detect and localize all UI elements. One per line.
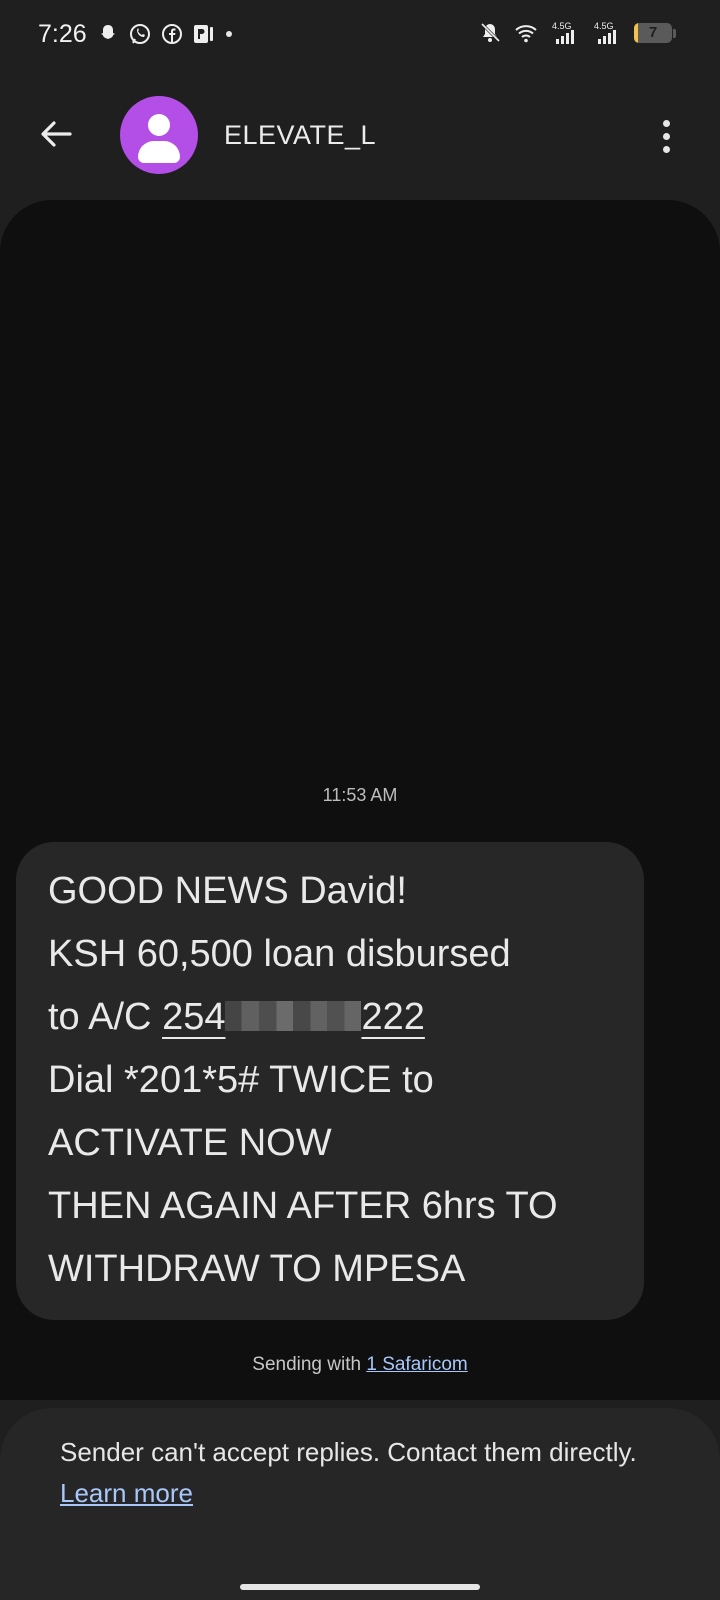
message-line: WITHDRAW TO MPESA bbox=[48, 1248, 466, 1290]
message-line: ACTIVATE NOW bbox=[48, 1122, 332, 1164]
avatar-person-body bbox=[138, 141, 180, 163]
notice-message: Sender can't accept replies. Contact the… bbox=[60, 1437, 637, 1467]
account-number-start: 254 bbox=[162, 996, 226, 1038]
signal-4.5g-icon: 4.5G bbox=[594, 21, 616, 44]
message-line: THEN AGAIN AFTER 6hrs TO bbox=[48, 1185, 558, 1227]
message-text: GOOD NEWS David! KSH 60,500 loan disburs… bbox=[48, 860, 620, 1301]
avatar-person-head bbox=[148, 114, 170, 136]
home-indicator[interactable] bbox=[240, 1584, 480, 1590]
redacted-digits bbox=[225, 1001, 362, 1031]
reply-notice-text: Sender can't accept replies. Contact the… bbox=[60, 1432, 680, 1514]
sending-prefix: Sending with bbox=[252, 1354, 367, 1375]
sim-selector-link[interactable]: 1 Safaricom bbox=[366, 1354, 467, 1375]
message-bubble[interactable]: GOOD NEWS David! KSH 60,500 loan disburs… bbox=[16, 842, 644, 1320]
account-number-end: 222 bbox=[361, 996, 425, 1038]
network-label: 4.5G bbox=[552, 21, 572, 31]
message-line: Dial *201*5# TWICE to bbox=[48, 1059, 434, 1101]
notification-icons bbox=[96, 22, 232, 46]
battery-level: 7 bbox=[648, 24, 658, 41]
more-notifications-dot bbox=[226, 31, 232, 37]
message-line: to A/C 254 222 bbox=[48, 986, 620, 1049]
parking-app-icon bbox=[194, 25, 213, 43]
facebook-icon bbox=[162, 24, 182, 44]
learn-more-link[interactable]: Learn more bbox=[60, 1478, 193, 1508]
more-options-icon[interactable] bbox=[654, 116, 678, 156]
message-timestamp: 11:53 AM bbox=[322, 785, 398, 805]
message-line: GOOD NEWS David! bbox=[48, 870, 407, 912]
battery-tip bbox=[673, 28, 676, 38]
signal-4.5g-icon: 4.5G bbox=[552, 21, 574, 44]
back-arrow-icon[interactable] bbox=[34, 112, 78, 156]
conversation-area[interactable]: 11:53 AM GOOD NEWS David! KSH 60,500 loa… bbox=[0, 200, 720, 1400]
account-number-link[interactable]: 254 222 bbox=[162, 996, 425, 1038]
contact-avatar[interactable] bbox=[120, 96, 198, 174]
message-line: KSH 60,500 loan disbursed bbox=[48, 933, 511, 975]
network-label: 4.5G bbox=[594, 21, 614, 31]
sending-sim-info: Sending with 1 Safaricom bbox=[0, 1354, 720, 1376]
status-bar: 7:26 4.5G 4.5G 7 bbox=[0, 0, 720, 72]
system-icons: 4.5G 4.5G 7 bbox=[478, 20, 676, 46]
whatsapp-icon bbox=[130, 24, 150, 44]
wifi-icon bbox=[515, 25, 537, 43]
muted-bell-icon bbox=[480, 22, 501, 43]
battery-icon: 7 bbox=[634, 23, 672, 43]
conversation-header: ELEVATE_L bbox=[0, 92, 720, 176]
status-time: 7:26 bbox=[38, 20, 87, 48]
reply-notice-panel: Sender can't accept replies. Contact the… bbox=[0, 1408, 720, 1600]
snapchat-icon bbox=[101, 25, 115, 39]
contact-name[interactable]: ELEVATE_L bbox=[224, 120, 376, 151]
message-line-prefix: to A/C bbox=[48, 996, 163, 1038]
